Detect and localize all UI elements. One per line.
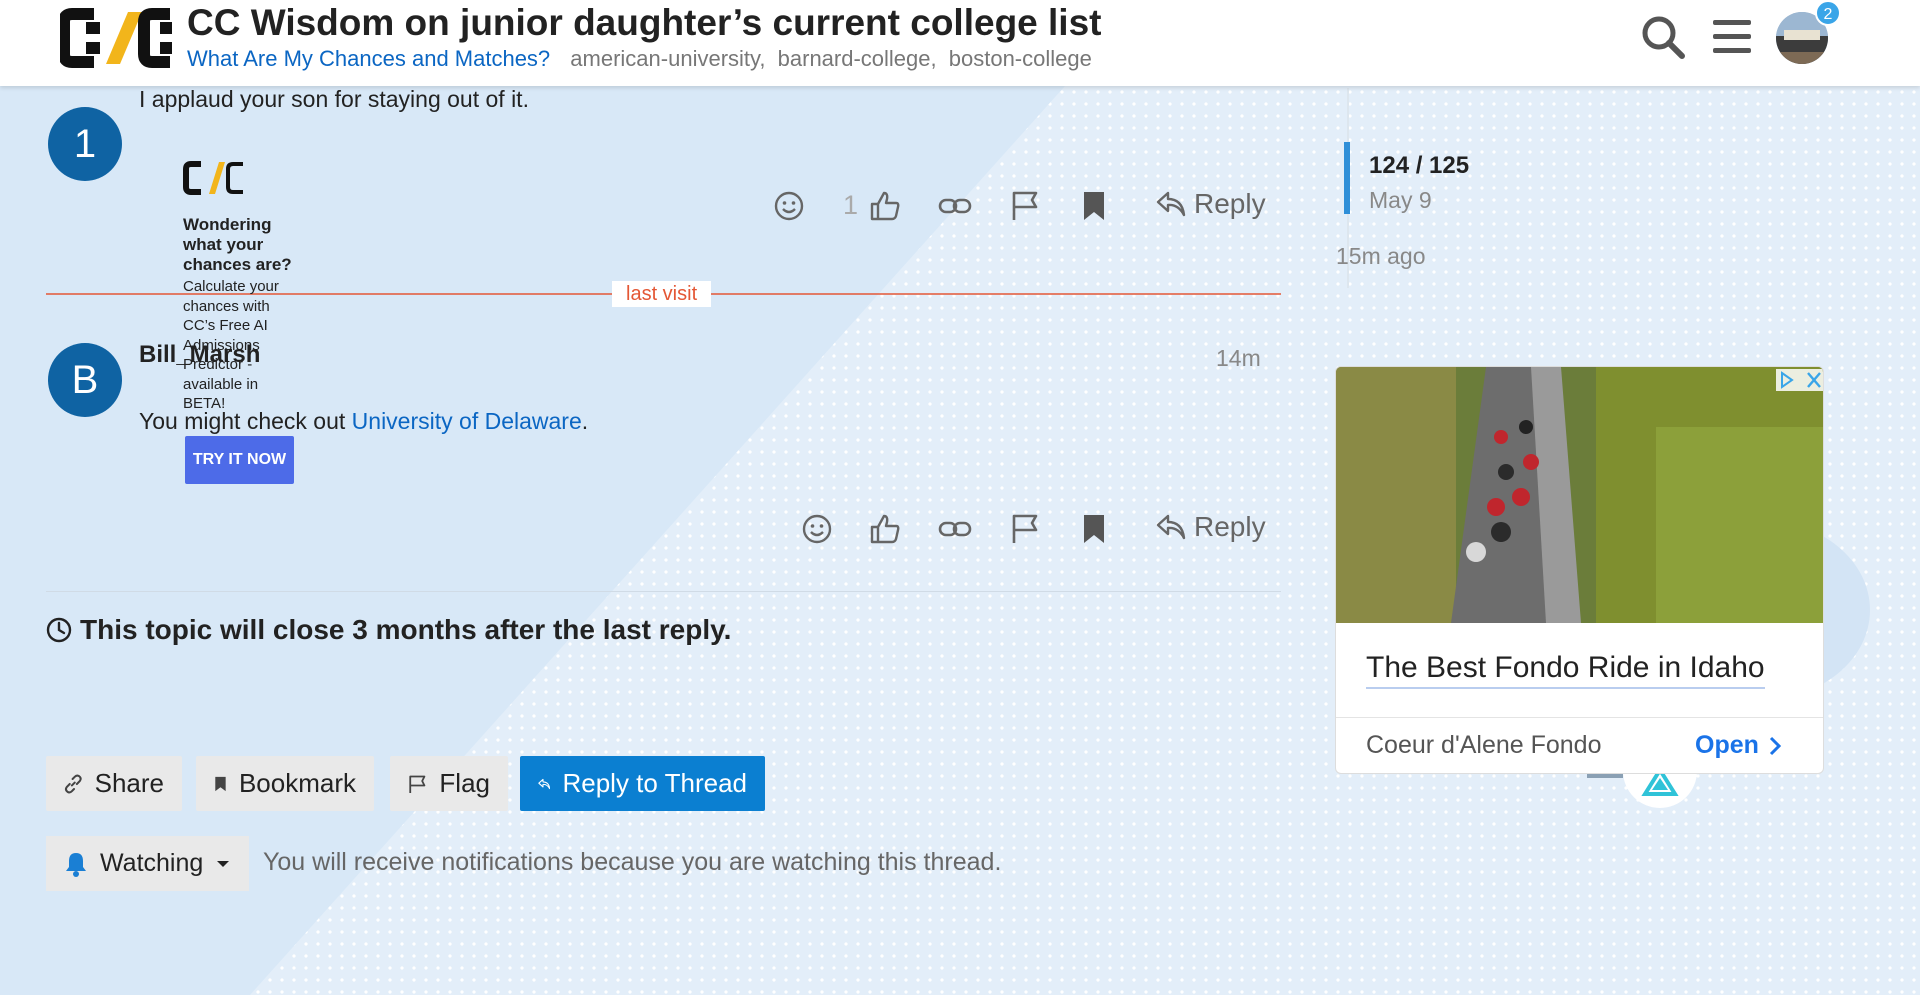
ad-separator — [1336, 717, 1823, 718]
caret-down-icon — [217, 860, 230, 867]
emoji-reaction-icon[interactable] — [802, 514, 832, 544]
post-text: I applaud your son for staying out of it… — [139, 86, 529, 112]
post-text-end: . — [581, 408, 589, 434]
chevron-right-icon — [1769, 736, 1781, 755]
post-text: You might check out University of Delawa… — [139, 408, 588, 435]
watching-description: You will receive notifications because y… — [263, 848, 1002, 876]
topic-close-text: This topic will close 3 months after the… — [80, 614, 732, 645]
ad-image — [1336, 367, 1823, 623]
reply-button[interactable]: Reply — [1156, 511, 1266, 543]
ad-headline[interactable]: The Best Fondo Ride in Idaho — [1366, 651, 1765, 689]
bookmark-icon[interactable] — [1082, 513, 1106, 545]
flag-icon[interactable] — [1010, 190, 1040, 222]
ad-advertiser: Coeur d'Alene Fondo — [1366, 731, 1602, 759]
reply-icon — [1156, 514, 1186, 540]
hamburger-menu-icon[interactable] — [1712, 18, 1752, 56]
topic-close-notice: This topic will close 3 months after the… — [46, 614, 731, 646]
share-button[interactable]: Share — [46, 756, 182, 811]
reply-to-thread-button[interactable]: Reply to Thread — [520, 756, 765, 811]
link-icon — [64, 774, 82, 793]
sponsored-ad-card[interactable]: The Best Fondo Ride in Idaho Coeur d'Ale… — [1335, 366, 1824, 774]
reply-icon — [538, 778, 551, 789]
cc-promo-ad: Wondering what your chances are? Calcula… — [183, 158, 313, 414]
timeline-date[interactable]: May 9 — [1369, 187, 1432, 214]
bell-icon — [66, 852, 86, 877]
notification-badge[interactable]: 2 — [1815, 0, 1841, 26]
copy-link-icon[interactable] — [938, 194, 972, 218]
post-avatar[interactable]: B — [48, 343, 122, 417]
share-label: Share — [94, 768, 164, 798]
reply-label: Reply — [1194, 188, 1266, 219]
post-link[interactable]: University of Delaware — [352, 408, 582, 434]
site-logo[interactable] — [60, 4, 175, 72]
ad-choices-icon[interactable] — [1776, 369, 1824, 391]
watching-label: Watching — [100, 849, 204, 877]
bookmark-button[interactable]: Bookmark — [196, 756, 374, 811]
like-icon[interactable] — [869, 513, 901, 545]
reply-icon — [1156, 191, 1186, 217]
topic-category-link[interactable]: What Are My Chances and Matches? — [187, 46, 550, 71]
cc-ad-logo — [183, 161, 243, 195]
bookmark-icon[interactable] — [1082, 190, 1106, 222]
post-avatar[interactable]: 1 — [48, 107, 122, 181]
site-header: CC Wisdom on junior daughter’s current c… — [0, 0, 1920, 86]
post-author[interactable]: Bill_Marsh — [139, 341, 260, 369]
flag-label: Flag — [439, 768, 490, 798]
ad-open-label: Open — [1695, 731, 1759, 759]
topic-title[interactable]: CC Wisdom on junior daughter’s current c… — [187, 2, 1102, 44]
flag-button[interactable]: Flag — [390, 756, 508, 811]
reply-label: Reply — [1194, 511, 1266, 542]
reply-button[interactable]: Reply — [1156, 188, 1266, 220]
bookmark-icon — [215, 776, 226, 791]
topic-meta: What Are My Chances and Matches? america… — [187, 46, 1092, 72]
try-it-now-button[interactable]: TRY IT NOW — [185, 436, 294, 484]
topic-tag[interactable]: american-university, — [570, 46, 765, 71]
topic-end-divider — [46, 591, 1281, 592]
reply-to-thread-label: Reply to Thread — [562, 768, 747, 798]
topic-tag[interactable]: barnard-college, — [778, 46, 937, 71]
bookmark-label: Bookmark — [238, 768, 356, 798]
notification-level-dropdown[interactable]: Watching — [46, 836, 250, 891]
like-icon[interactable] — [869, 190, 901, 222]
cc-ad-title: Wondering what your chances are? — [183, 215, 292, 274]
ad-open-button[interactable]: Open — [1695, 731, 1781, 760]
flag-icon[interactable] — [1010, 513, 1040, 545]
flag-icon — [409, 775, 426, 793]
like-count: 1 — [843, 190, 859, 220]
copy-link-icon[interactable] — [938, 517, 972, 541]
search-icon[interactable] — [1640, 14, 1686, 60]
last-visit-label: last visit — [612, 281, 712, 307]
post-time[interactable]: 14m — [1216, 345, 1261, 372]
clock-icon — [46, 617, 72, 643]
emoji-reaction-icon[interactable] — [774, 191, 804, 221]
timeline-last-activity[interactable]: 15m ago — [1336, 243, 1426, 270]
timeline-scroller-handle[interactable] — [1344, 142, 1350, 214]
post-text-start: You might check out — [139, 408, 352, 434]
timeline-post-count: 124 / 125 — [1369, 152, 1470, 179]
topic-tag[interactable]: boston-college — [949, 46, 1092, 71]
